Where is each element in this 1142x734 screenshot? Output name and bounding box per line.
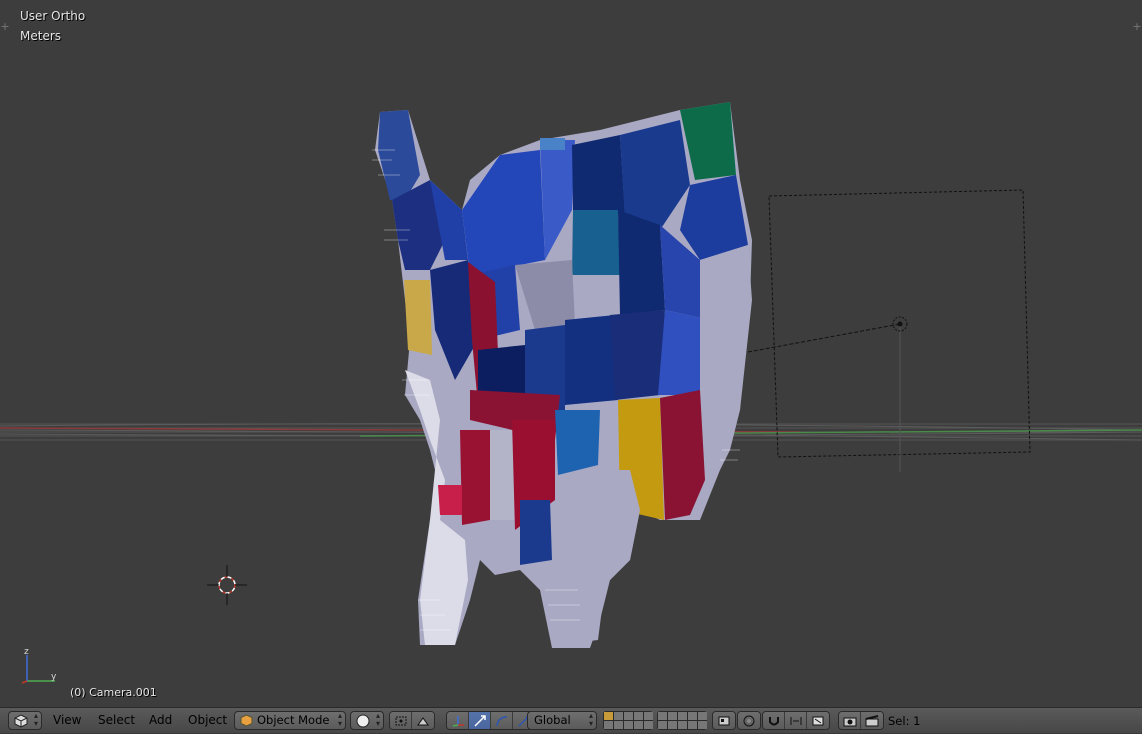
- 3d-view-header: ▴ ▾ View Select Add Object Object Mode ▴ ▾…: [0, 707, 1142, 733]
- proportional-edit-group: [737, 711, 761, 730]
- view-name-label: User Ortho: [20, 9, 86, 23]
- camera-line: [747, 323, 901, 353]
- 3d-cursor-icon[interactable]: [207, 565, 247, 605]
- manipulator-toggle-icon[interactable]: [447, 712, 469, 729]
- render-group: [838, 711, 884, 730]
- chevron-updown-icon: ▴ ▾: [337, 711, 342, 728]
- mode-label: Object Mode: [257, 713, 330, 727]
- lock-layers-group: [712, 711, 736, 730]
- proportional-edit-icon[interactable]: [738, 712, 760, 729]
- state-kansas: [565, 315, 618, 405]
- translate-icon[interactable]: [469, 712, 491, 729]
- magnet-icon[interactable]: [763, 712, 785, 729]
- state-hi-blue: [540, 138, 565, 150]
- state-iowa: [572, 210, 620, 275]
- editor-type-button[interactable]: ▴ ▾: [8, 711, 42, 730]
- 3d-viewport[interactable]: y z User Ortho Meters (0) Camera.001 + +: [0, 0, 1142, 707]
- state-illinois: [618, 210, 665, 315]
- us-map-model[interactable]: [375, 102, 752, 648]
- snap-pivot-icon[interactable]: [412, 712, 434, 729]
- camera-render-icon[interactable]: [839, 712, 861, 729]
- state-baja-red: [438, 485, 462, 515]
- bounding-box-icon[interactable]: [390, 712, 412, 729]
- state-arkansas: [555, 410, 600, 475]
- state-kentucky: [610, 310, 665, 400]
- snap-target-icon[interactable]: [807, 712, 829, 729]
- cube-icon: [14, 714, 28, 728]
- viewport-shading-button[interactable]: ▴ ▾: [350, 711, 384, 730]
- state-montana: [462, 150, 545, 275]
- camera-origin-dot: [897, 321, 903, 327]
- snap-group: [762, 711, 830, 730]
- region-corner-right[interactable]: +: [1132, 21, 1142, 32]
- render-layer-icon[interactable]: [713, 712, 735, 729]
- state-east-coast: [700, 245, 752, 420]
- state-arizona: [460, 430, 492, 525]
- orientation-select[interactable]: Global ▴ ▾: [527, 711, 597, 730]
- menu-view[interactable]: View: [53, 711, 81, 730]
- chevron-updown-icon: ▴ ▾: [33, 711, 38, 728]
- scene-canvas[interactable]: y z: [0, 0, 1142, 707]
- menu-select[interactable]: Select: [98, 711, 135, 730]
- units-label: Meters: [20, 29, 62, 43]
- mode-select[interactable]: Object Mode ▴ ▾: [234, 711, 346, 730]
- object-mode-icon: [240, 714, 253, 727]
- region-corner-left[interactable]: +: [0, 21, 10, 32]
- chevron-updown-icon: ▴ ▾: [375, 711, 380, 728]
- pivot-group: [389, 711, 435, 730]
- state-minnesota: [572, 135, 625, 215]
- rotate-icon[interactable]: [491, 712, 513, 729]
- state-louisiana: [520, 500, 552, 565]
- orientation-label: Global: [534, 713, 571, 727]
- menu-object[interactable]: Object: [188, 711, 227, 730]
- state-cal-accent: [404, 280, 432, 355]
- axis-label-y: y: [51, 672, 57, 682]
- manipulator-group: [446, 711, 536, 730]
- clapperboard-icon[interactable]: [861, 712, 883, 729]
- camera-object[interactable]: [747, 189, 1031, 472]
- active-object-label: (0) Camera.001: [70, 686, 157, 699]
- axis-label-z: z: [24, 647, 29, 657]
- chevron-updown-icon: ▴ ▾: [588, 711, 593, 728]
- sphere-icon: [356, 714, 370, 728]
- selection-info: Sel: 1: [888, 714, 921, 728]
- menu-add[interactable]: Add: [149, 711, 172, 730]
- axis-gizmo: y z: [21, 647, 57, 684]
- state-new-mexico: [490, 430, 515, 520]
- snap-increment-icon[interactable]: [785, 712, 807, 729]
- layer-grid-2[interactable]: [657, 711, 707, 730]
- layer-grid-1[interactable]: [603, 711, 653, 730]
